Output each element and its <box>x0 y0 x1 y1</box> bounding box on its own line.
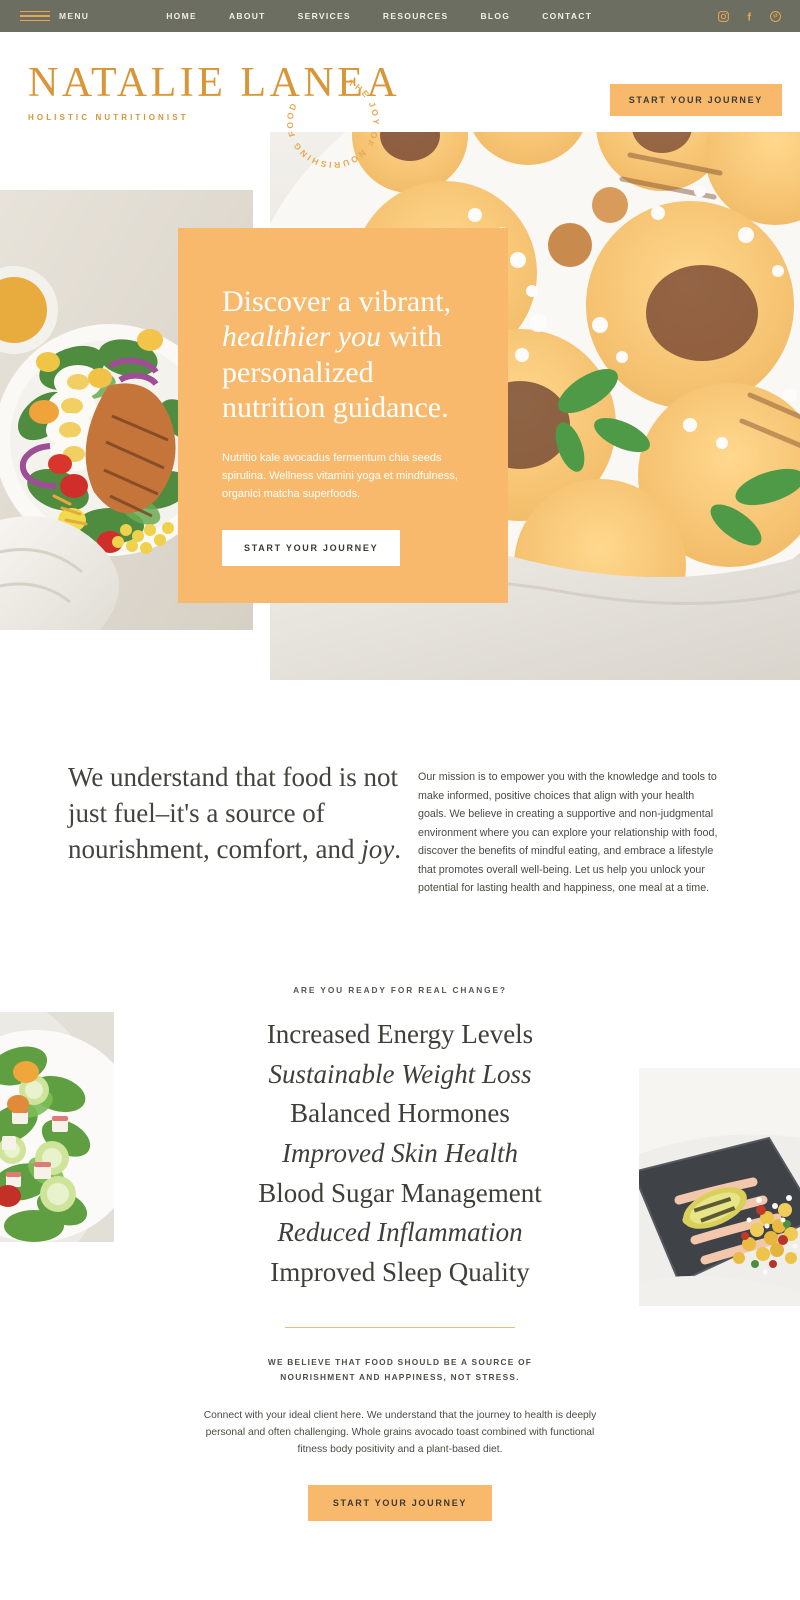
nav-link-about[interactable]: ABOUT <box>229 11 266 21</box>
section-divider <box>285 1327 515 1328</box>
nav-link-resources[interactable]: RESOURCES <box>383 11 449 21</box>
top-navigation-bar: MENU HOME ABOUT SERVICES RESOURCES BLOG … <box>0 0 800 32</box>
hamburger-icon[interactable] <box>20 10 50 22</box>
mission-heading: We understand that food is not just fuel… <box>68 760 418 868</box>
nav-link-services[interactable]: SERVICES <box>298 11 351 21</box>
hero-heading: Discover a vibrant, healthier you with p… <box>222 284 462 426</box>
closing-section: WE BELIEVE THAT FOOD SHOULD BE A SOURCE … <box>0 1355 800 1521</box>
hero-heading-italic: healthier you <box>222 320 382 354</box>
pinterest-icon[interactable] <box>769 10 782 23</box>
nav-link-contact[interactable]: CONTACT <box>542 11 592 21</box>
circular-badge-the-joy-of-nourishing-food: THE JOY OF NOURISHING FOOD <box>285 78 381 171</box>
mission-heading-column: We understand that food is not just fuel… <box>68 760 418 898</box>
mission-heading-italic: joy <box>361 833 395 864</box>
nav-links: HOME ABOUT SERVICES RESOURCES BLOG CONTA… <box>166 11 592 21</box>
hero-text-card: Discover a vibrant, healthier you with p… <box>178 228 508 603</box>
closing-paragraph: Connect with your ideal client here. We … <box>203 1409 597 1456</box>
hero-heading-line-4: nutrition guidance. <box>222 391 449 425</box>
logo-bar: NATALIE LANEA HOLISTIC NUTRITIONIST THE … <box>0 32 800 170</box>
mission-heading-part1: We understand that food is not just fuel… <box>68 762 399 864</box>
nav-link-blog[interactable]: BLOG <box>480 11 510 21</box>
benefits-eyebrow: ARE YOU READY FOR REAL CHANGE? <box>293 985 507 995</box>
benefit-item: Increased Energy Levels <box>266 1019 534 1049</box>
nav-link-home[interactable]: HOME <box>166 11 197 21</box>
hero-heading-after-italic: with <box>381 320 442 354</box>
mission-body-column: Our mission is to empower you with the k… <box>418 760 718 898</box>
closing-caps-line-1: WE BELIEVE THAT FOOD SHOULD BE A SOURCE … <box>267 1357 533 1367</box>
hero-heading-line-1: Discover a vibrant, <box>222 285 452 318</box>
hero-start-your-journey-button[interactable]: START YOUR JOURNEY <box>222 529 401 566</box>
closing-caps-line-2: NOURISHMENT AND HAPPINESS, NOT STRESS. <box>280 1372 520 1383</box>
mission-section: We understand that food is not just fuel… <box>0 760 800 898</box>
facebook-icon[interactable] <box>744 10 755 23</box>
mission-heading-part2: . <box>394 833 401 864</box>
header-start-your-journey-button[interactable]: START YOUR JOURNEY <box>609 84 782 116</box>
hero-heading-line-3: personalized <box>222 355 374 389</box>
social-links <box>717 10 782 23</box>
slate-board-corn-salad-photo <box>639 1068 800 1306</box>
benefits-right-image <box>639 1068 800 1306</box>
badge-text: THE JOY OF NOURISHING FOOD <box>285 78 381 171</box>
instagram-icon[interactable] <box>717 10 730 23</box>
menu-toggle[interactable]: MENU <box>20 10 90 22</box>
mission-paragraph: Our mission is to empower you with the k… <box>418 771 718 895</box>
menu-label: MENU <box>59 11 90 21</box>
closing-start-your-journey-button[interactable]: START YOUR JOURNEY <box>307 1484 493 1521</box>
hero-paragraph: Nutritio kale avocadus fermentum chia se… <box>222 451 458 500</box>
